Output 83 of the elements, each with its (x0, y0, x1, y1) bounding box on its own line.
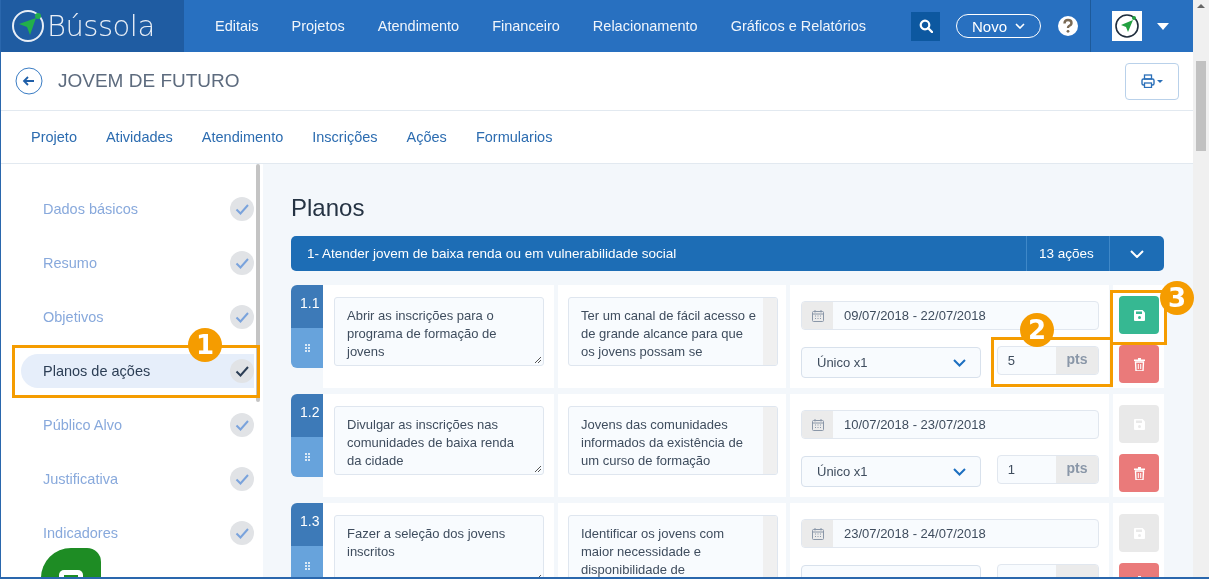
points-unit: pts (1056, 347, 1098, 374)
sidebar-label: Público Alvo (43, 417, 123, 433)
check-icon (230, 359, 254, 383)
nav-link[interactable]: Editais (215, 18, 259, 34)
printer-icon (1140, 74, 1164, 88)
caret-down-icon[interactable] (1157, 22, 1169, 30)
nav-link[interactable]: Projetos (291, 18, 345, 34)
drag-handle[interactable] (291, 328, 323, 368)
sidebar-label: Indicadores (43, 525, 119, 541)
calendar-icon (811, 309, 824, 322)
text-area[interactable]: Identificar os jovens com maior necessidade e disponibilidade de (568, 515, 778, 577)
action-count: 13 ações (1026, 236, 1110, 271)
sidebar-label: Dados básicos (43, 201, 140, 217)
text-area[interactable]: Jovens das comunidades informados da existência de um curso de formação (568, 406, 778, 475)
points-field[interactable]: 1 pts (996, 455, 1099, 484)
scrollbar[interactable] (763, 298, 777, 365)
drag-dots-icon (304, 344, 310, 352)
tab[interactable]: Inscrições (312, 129, 378, 145)
text-area[interactable]: Ter um canal de fácil acesso e de grande alcance para que os jovens possam se (568, 297, 778, 366)
check-icon (230, 251, 254, 275)
search-button[interactable] (911, 11, 940, 41)
action-number: 1.1 (291, 285, 323, 328)
sidebar-label: Justificativa (43, 471, 119, 487)
plan-header[interactable]: 1- Atender jovem de baixa renda ou em vulnerabilidade social 13 ações (291, 236, 1164, 271)
tab[interactable]: Projeto (31, 129, 77, 145)
check-icon (230, 197, 254, 221)
compass-logo-icon (11, 9, 45, 43)
check-icon (230, 413, 254, 437)
print-button[interactable] (1125, 62, 1179, 100)
tab[interactable]: Atividades (105, 129, 173, 145)
points-field[interactable]: 5 pts (996, 346, 1099, 375)
sidebar-item[interactable]: Planos de ações (21, 354, 254, 388)
delete-button[interactable] (1119, 345, 1159, 383)
search-icon (918, 19, 933, 33)
tab[interactable]: Formularios (475, 129, 553, 145)
sidebar-label: Objetivos (43, 309, 105, 325)
action-number: 1.3 (291, 503, 323, 546)
trash-icon (1133, 466, 1145, 480)
date-field[interactable]: 10/07/2018 - 23/07/2018 (801, 410, 1099, 439)
action-number: 1.2 (291, 394, 323, 437)
tab[interactable]: Ações (406, 129, 447, 145)
scrollbar[interactable] (763, 407, 777, 474)
resize-grip-icon (534, 465, 542, 473)
calendar-icon (811, 418, 824, 431)
check-icon (230, 467, 254, 491)
drag-handle[interactable] (291, 546, 323, 577)
nav-link[interactable]: Atendimento (377, 18, 460, 34)
chevron-down-icon[interactable] (1130, 249, 1144, 258)
drag-dots-icon (304, 453, 310, 461)
nav-link[interactable]: Gráficos e Relatórios (730, 18, 867, 34)
sidebar-label: Resumo (43, 255, 98, 271)
section-title: Planos (291, 194, 366, 222)
tab[interactable]: Atendimento (201, 129, 284, 145)
scrollbar[interactable] (256, 164, 260, 402)
compass-avatar-icon[interactable] (1112, 11, 1142, 41)
scrollbar[interactable] (1193, 0, 1209, 577)
page-title: JOVEM DE FUTURO (58, 70, 240, 92)
text-area[interactable]: Divulgar as inscrições nas comunidades de baixa renda da cidade (334, 406, 544, 475)
calendar-icon (811, 527, 824, 540)
frequency-select[interactable]: Único x1 (801, 347, 981, 378)
points-unit: pts (1056, 456, 1098, 483)
help-icon[interactable] (1057, 15, 1079, 37)
delete-button[interactable] (1119, 454, 1159, 492)
brand-name: Bússola (47, 9, 155, 43)
text-area[interactable]: Abrir as inscrições para o programa de formação de jovens (334, 297, 544, 366)
check-icon (230, 521, 254, 545)
frequency-select[interactable]: Único x1 (801, 456, 981, 487)
chevron-down-icon (952, 467, 966, 476)
chevron-down-icon (952, 358, 966, 367)
nav-link[interactable]: Relacionamento (592, 18, 698, 34)
trash-icon (1133, 357, 1145, 371)
date-field[interactable]: 23/07/2018 - 24/07/2018 (801, 519, 1099, 548)
chevron-down-icon (1015, 23, 1025, 29)
scrollbar[interactable] (763, 516, 777, 577)
check-icon (230, 305, 254, 329)
plan-title: 1- Atender jovem de baixa renda ou em vulnerabilidade social (306, 246, 678, 261)
drag-handle[interactable] (291, 437, 323, 477)
save-button[interactable] (1119, 296, 1159, 334)
resize-grip-icon (534, 356, 542, 364)
text-area[interactable]: Fazer a seleção dos jovens inscritos (334, 515, 544, 577)
sidebar-label: Planos de ações (43, 363, 152, 379)
nav-link[interactable]: Financeiro (492, 18, 560, 34)
drag-dots-icon (304, 562, 310, 570)
